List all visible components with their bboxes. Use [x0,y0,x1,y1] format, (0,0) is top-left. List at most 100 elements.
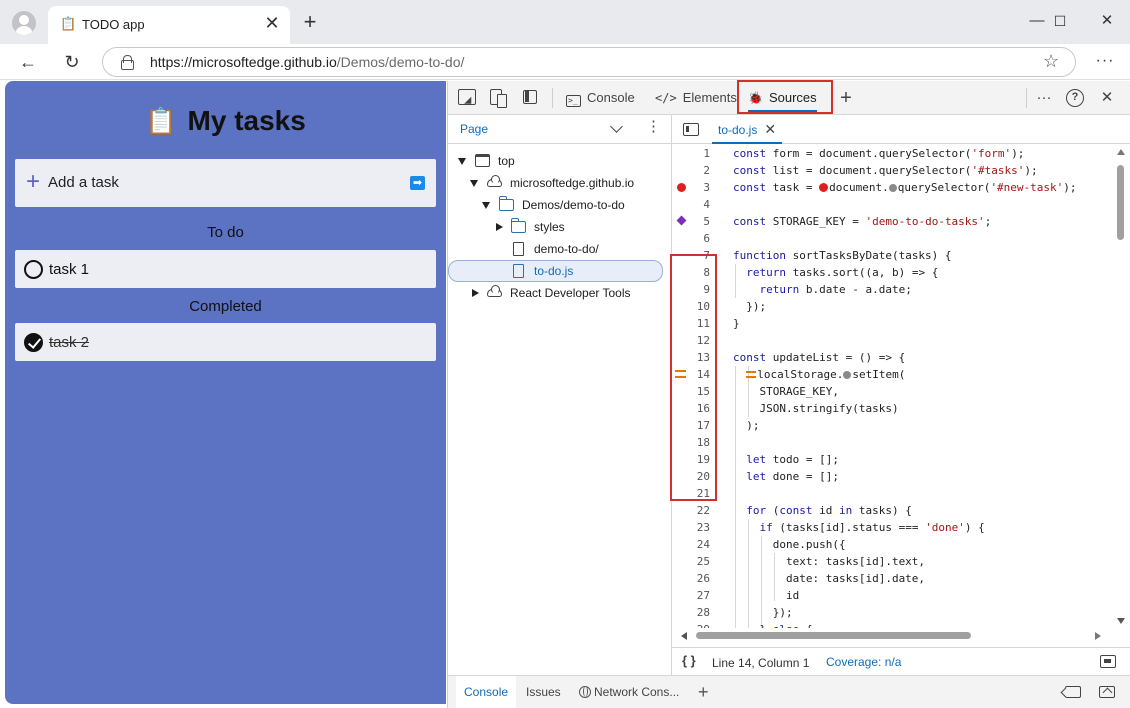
vertical-scrollbar[interactable] [1112,145,1130,628]
drawer-tab-network-console[interactable]: Network Cons... [579,676,679,708]
inline-breakpoint-marker-icon[interactable] [888,184,897,192]
line-number[interactable]: 27 [672,587,710,604]
tree-item-folder-styles[interactable]: styles [448,216,668,238]
inspect-element-icon[interactable] [458,89,476,105]
code-line[interactable]: 22 for (const id in tasks) { [672,502,1112,519]
task-checkbox[interactable] [24,260,43,279]
close-file-icon[interactable]: ✕ [764,121,776,137]
code-line[interactable]: 29 } else { [672,621,1112,628]
tab-elements[interactable]: </> Elements [655,81,737,115]
code-line[interactable]: 5 const STORAGE_KEY = 'demo-to-do-tasks'; [672,213,1112,230]
code-line[interactable]: 2 const list = document.querySelector('#t… [672,162,1112,179]
code-line[interactable]: 17 ); [672,417,1112,434]
collapse-arrow-icon[interactable] [472,289,479,297]
tab-to-do-js[interactable]: to-do.js ✕ [710,115,784,144]
close-drawer-icon[interactable] [1099,686,1115,698]
tab-sources[interactable]: 🐞 Sources [744,81,821,115]
code-line[interactable]: 25 text: tasks[id].text, [672,553,1112,570]
code-line[interactable]: 13 const updateList = () => { [672,349,1112,366]
task-item[interactable]: task 1 [15,250,436,288]
line-number[interactable]: 25 [672,553,710,570]
drawer-tab-console[interactable]: Console [456,676,517,708]
line-number[interactable]: 28 [672,604,710,621]
line-number[interactable]: 15 [672,383,710,400]
new-tab-button[interactable]: + [298,10,322,34]
inline-conditional-breakpoint-icon[interactable] [746,371,757,378]
code-line[interactable]: 3 const task = document. querySelector('#n… [672,179,1112,196]
inline-breakpoint-icon[interactable] [819,183,829,192]
tree-item-react-devtools[interactable]: React Developer Tools [448,282,668,304]
line-number[interactable]: 18 [672,434,710,451]
code-line[interactable]: 20 let done = []; [672,468,1112,485]
code-line[interactable]: 19 let todo = []; [672,451,1112,468]
task-checkbox-checked[interactable] [24,333,43,352]
code-line[interactable]: 26 date: tasks[id].date, [672,570,1112,587]
code-line[interactable]: 10 }); [672,298,1112,315]
horizontal-scrollbar[interactable] [672,628,1112,644]
profile-avatar[interactable] [12,11,36,35]
add-tab-button[interactable]: + [834,86,858,110]
expand-arrow-icon[interactable] [458,158,466,165]
line-number[interactable]: 14 [672,366,710,383]
line-number[interactable]: 23 [672,519,710,536]
help-icon[interactable]: ? [1066,89,1084,107]
code-line[interactable]: 12 [672,332,1112,349]
tree-item-top[interactable]: top [448,150,668,172]
maximize-button[interactable]: ☐ [1037,8,1083,34]
code-line[interactable]: 18 [672,434,1112,451]
coverage-link[interactable]: Coverage: n/a [826,655,901,669]
line-number[interactable]: 11 [672,315,710,332]
line-number[interactable]: 8 [672,264,710,281]
back-button[interactable]: ← [14,49,42,75]
line-number[interactable]: 10 [672,298,710,315]
add-drawer-tab-button[interactable]: + [698,682,709,702]
browser-menu-button[interactable]: ··· [1092,49,1118,75]
scroll-right-arrow-icon[interactable] [1095,632,1101,640]
device-emulation-icon[interactable] [490,89,507,108]
pretty-print-icon[interactable]: { } [682,653,696,668]
line-number[interactable]: 16 [672,400,710,417]
close-devtools-button[interactable]: ✕ [1095,86,1119,110]
code-line[interactable]: 6 [672,230,1112,247]
chevron-down-icon[interactable] [610,120,623,133]
expand-arrow-icon[interactable] [482,202,490,209]
task-item-completed[interactable]: task 2 [15,323,436,361]
code-line[interactable]: 8 return tasks.sort((a, b) => { [672,264,1112,281]
reload-button[interactable]: ↻ [58,49,86,75]
more-tools-button[interactable]: ··· [1032,86,1056,110]
scroll-up-arrow-icon[interactable] [1117,149,1125,155]
code-line[interactable]: 24 done.push({ [672,536,1112,553]
line-number[interactable]: 7 [672,247,710,264]
code-line[interactable]: 9 return b.date - a.date; [672,281,1112,298]
expand-arrow-icon[interactable] [470,180,478,187]
dock-sidebar-icon[interactable] [523,90,537,104]
code-line[interactable]: 16 JSON.stringify(tasks) [672,400,1112,417]
lock-icon[interactable] [121,55,134,70]
tree-item-domain[interactable]: microsoftedge.github.io [448,172,668,194]
dock-drawer-icon[interactable] [1065,686,1081,698]
url-input[interactable]: https://microsoftedge.github.io/Demos/de… [102,47,1076,77]
code-line[interactable]: 14 localStorage. setItem( [672,366,1112,383]
toggle-debugger-icon[interactable] [1100,655,1116,668]
tab-page[interactable]: Page [460,122,488,136]
inline-breakpoint-marker-icon[interactable] [843,371,852,379]
code-line[interactable]: 27 id [672,587,1112,604]
line-number[interactable]: 22 [672,502,710,519]
line-number[interactable]: 4 [672,196,710,213]
favorite-star-icon[interactable]: ☆ [1043,51,1059,72]
line-number[interactable]: 20 [672,468,710,485]
code-line[interactable]: 23 if (tasks[id].status === 'done') { [672,519,1112,536]
collapse-arrow-icon[interactable] [496,223,503,231]
browser-tab[interactable]: 📋 TODO app ✕ [48,6,290,44]
code-line[interactable]: 4 [672,196,1112,213]
line-number[interactable]: 17 [672,417,710,434]
code-line[interactable]: 11} [672,315,1112,332]
close-window-button[interactable]: ✕ [1084,8,1130,34]
tree-item-file-index[interactable]: demo-to-do/ [448,238,668,260]
line-number[interactable]: 29 [672,621,710,628]
line-number[interactable]: 5 [672,213,710,230]
drawer-tab-issues[interactable]: Issues [526,676,561,708]
line-number[interactable]: 12 [672,332,710,349]
line-number[interactable]: 9 [672,281,710,298]
scroll-left-arrow-icon[interactable] [681,632,687,640]
